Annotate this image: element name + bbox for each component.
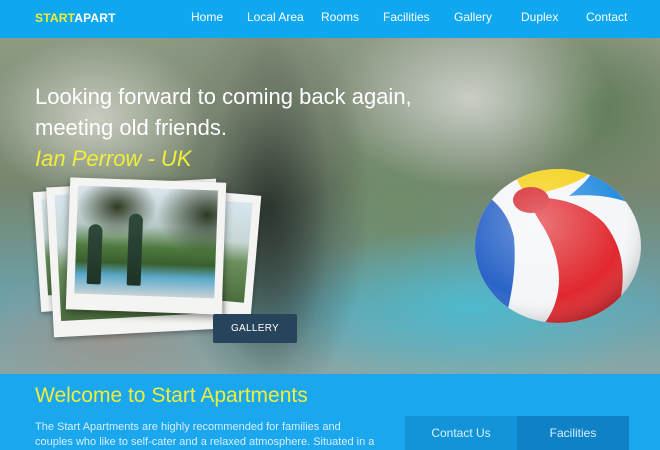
quote-line-2: meeting old friends. [35,115,227,140]
contact-us-button[interactable]: Contact Us [405,416,517,450]
nav-item-gallery[interactable]: Gallery [454,10,492,24]
photo-card-front[interactable] [65,177,227,315]
welcome-title: Welcome to Start Apartments [35,384,308,407]
umbrella-shape [126,213,144,286]
umbrella-shape [86,223,103,285]
nav-item-home[interactable]: Home [191,10,223,24]
top-navbar: STARTAPART Home Local Area Rooms Facilit… [0,0,660,38]
main-menu: Home Local Area Rooms Facilities Gallery… [0,10,660,26]
facilities-button[interactable]: Facilities [517,416,629,450]
testimonial-author: Ian Perrow - UK [35,146,192,171]
nav-item-contact[interactable]: Contact [586,10,627,24]
pool-photo [74,185,218,299]
welcome-section: Welcome to Start Apartments The Start Ap… [0,374,660,450]
hero-banner: Looking forward to coming back again, me… [0,38,660,374]
quote-line-1: Looking forward to coming back again, [35,84,412,109]
nav-item-rooms[interactable]: Rooms [321,10,359,24]
gallery-button[interactable]: GALLERY [213,314,297,343]
nav-item-facilities[interactable]: Facilities [383,10,430,24]
welcome-text: The Start Apartments are highly recommen… [35,421,375,448]
nav-item-duplex[interactable]: Duplex [521,10,558,24]
testimonial-quote: Looking forward to coming back again, me… [35,81,435,143]
nav-item-local-area[interactable]: Local Area [247,10,304,24]
beach-ball-icon [475,169,641,323]
